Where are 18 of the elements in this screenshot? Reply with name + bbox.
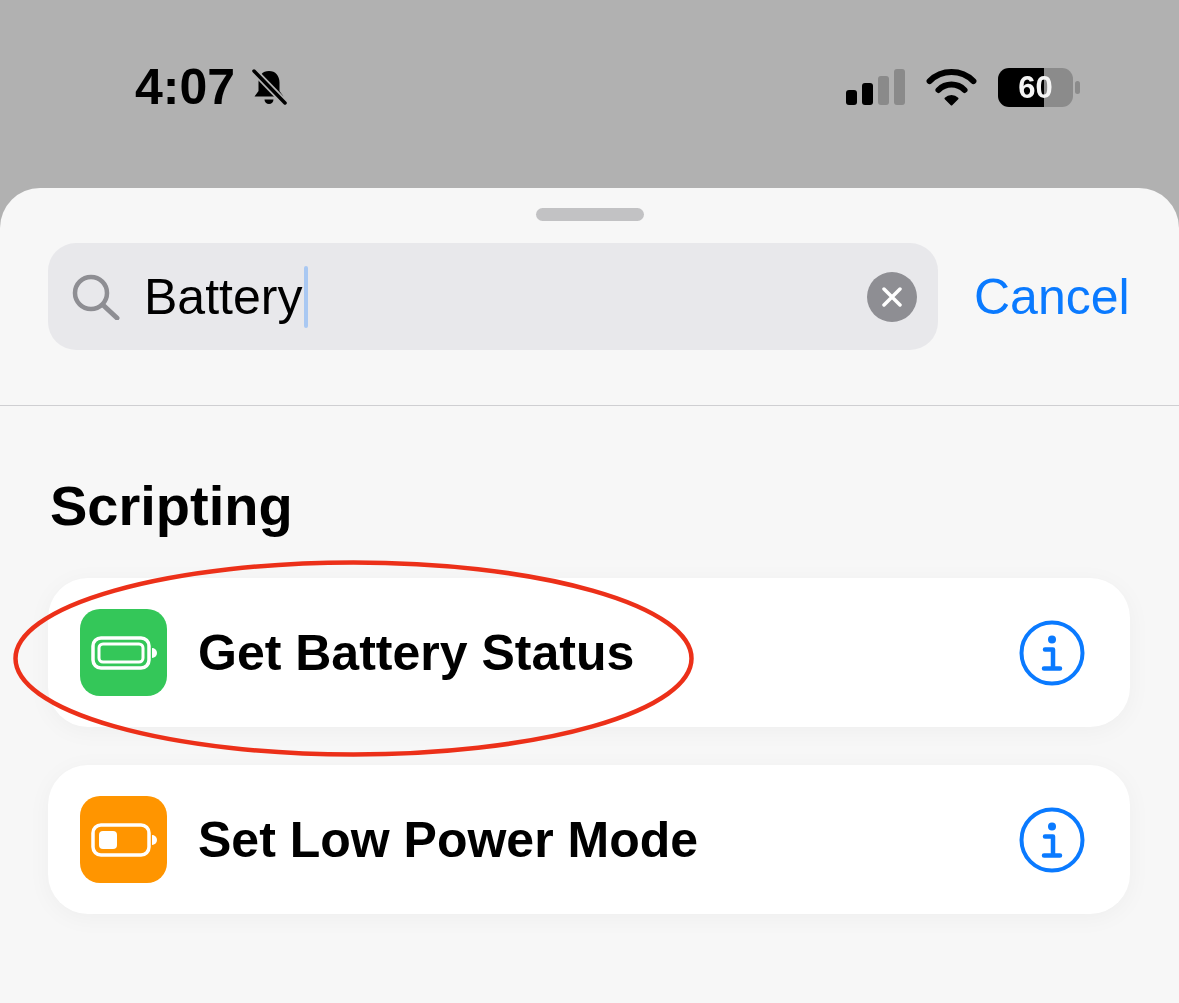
info-icon: [1019, 806, 1085, 873]
wifi-icon: [925, 68, 978, 106]
clock-time: 4:07: [135, 62, 236, 112]
clear-button[interactable]: [867, 271, 917, 322]
section-heading: Scripting: [50, 473, 293, 539]
clear-icon: [882, 286, 902, 307]
search-icon: [72, 273, 120, 320]
info-icon: [1019, 619, 1085, 686]
action-title: Set Low Power Mode: [198, 810, 699, 869]
cancel-button[interactable]: Cancel: [974, 267, 1130, 326]
action-row[interactable]: Get Battery Status: [48, 578, 1130, 728]
action-title: Get Battery Status: [198, 623, 635, 682]
signal-icon: [846, 69, 905, 105]
info-button[interactable]: [1019, 806, 1085, 873]
info-button[interactable]: [1019, 619, 1085, 686]
action-row[interactable]: Set Low Power Mode: [48, 765, 1130, 915]
search-field[interactable]: Battery: [48, 243, 938, 350]
drag-handle[interactable]: [535, 208, 644, 221]
